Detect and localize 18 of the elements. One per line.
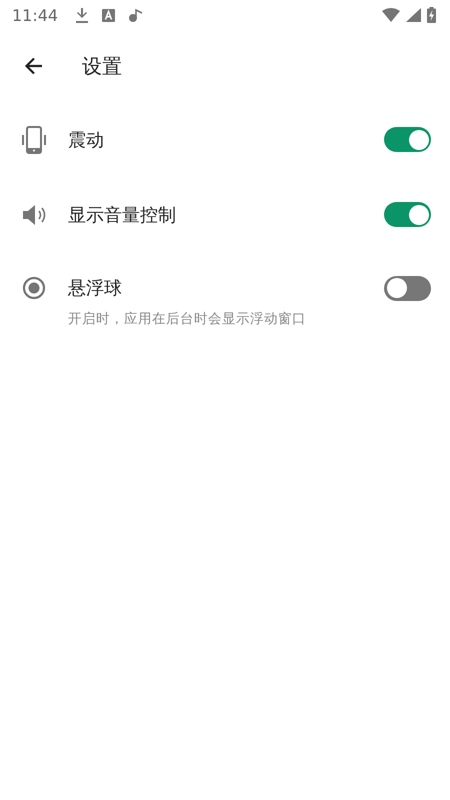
toggle-switch[interactable] [384, 202, 431, 227]
signal-icon [406, 8, 421, 22]
setting-description: 开启时，应用在后台时会显示浮动窗口 [68, 310, 307, 328]
music-note-icon [129, 8, 144, 22]
letter-a-icon [102, 8, 116, 22]
phone-vibrate-icon [22, 126, 46, 154]
battery-icon [427, 7, 436, 23]
setting-label: 震动 [68, 128, 105, 152]
wifi-icon [382, 8, 400, 22]
page-title: 设置 [82, 52, 122, 80]
speaker-icon [22, 204, 46, 226]
download-icon [76, 7, 88, 23]
status-time: 11:44 [12, 6, 58, 24]
toggle-switch[interactable] [384, 276, 431, 300]
radio-dot-icon [22, 276, 46, 300]
setting-label: 显示音量控制 [68, 204, 177, 226]
setting-label: 悬浮球 [68, 277, 123, 300]
toggle-switch[interactable] [384, 127, 431, 152]
